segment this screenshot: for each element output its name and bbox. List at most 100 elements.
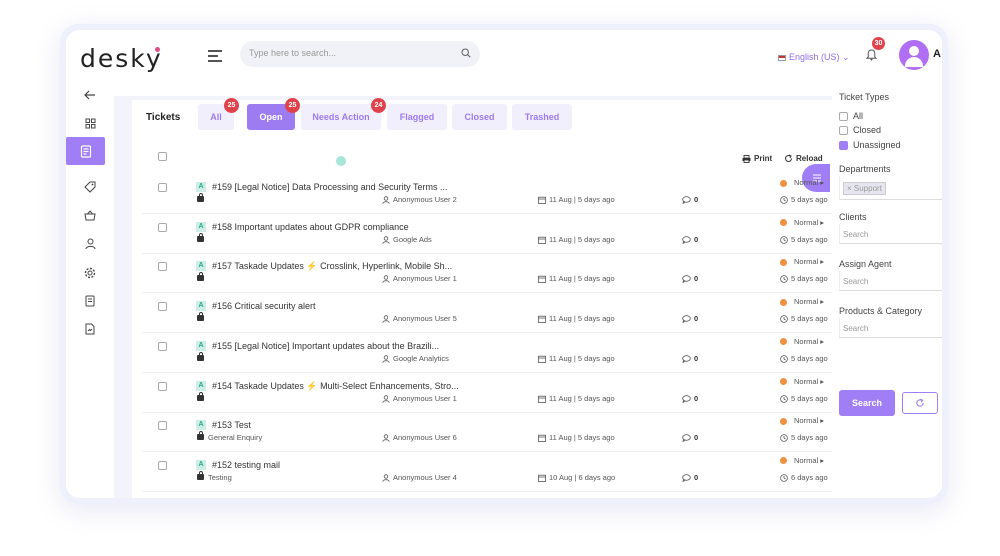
assign-agent-input[interactable]: Search (839, 271, 942, 291)
reload-button[interactable]: Reload (784, 154, 823, 163)
list-toolbar: Print Reload (132, 144, 832, 170)
lock-icon (197, 470, 204, 480)
clock-icon (780, 434, 788, 443)
ticket-category: General Enquiry (208, 433, 263, 443)
department-chip-support[interactable]: × Support (843, 182, 886, 195)
products-category-input[interactable]: Search (839, 318, 942, 338)
ticket-title[interactable]: #158 Important updates about GDPR compli… (212, 222, 409, 232)
ticket-date: 11 Aug | 5 days ago (538, 314, 615, 323)
table-row[interactable]: A #155 [Legal Notice] Important updates a… (142, 333, 832, 373)
priority-selector[interactable]: Normal ▸ (780, 456, 824, 465)
dashboard-icon[interactable] (78, 112, 102, 134)
tickets-card: Tickets All 25 Open 25 Needs Action 24 Flag… (132, 98, 832, 498)
checkbox[interactable] (839, 112, 848, 122)
checkbox[interactable] (839, 126, 848, 136)
search-button[interactable]: Search (839, 390, 895, 416)
ticket-user-name: Anonymous User 2 (393, 195, 457, 204)
row-checkbox[interactable] (158, 421, 167, 431)
filter-type-all[interactable]: All (839, 111, 863, 122)
caret-right-icon: ▸ (820, 297, 825, 307)
logo[interactable]: desky (80, 44, 163, 73)
ticket-date-text: 11 Aug | 5 days ago (549, 314, 615, 324)
ticket-date: 11 Aug | 5 days ago (538, 394, 615, 403)
ticket-title[interactable]: #152 testing mail (212, 460, 280, 470)
priority-label: Normal (794, 455, 819, 465)
tickets-icon[interactable] (66, 137, 105, 165)
reset-button[interactable] (902, 392, 938, 414)
table-row[interactable]: A #152 testing mail Testing Anonymous User … (142, 452, 832, 492)
basket-icon[interactable] (78, 204, 102, 226)
menu-toggle-icon[interactable] (208, 50, 222, 62)
row-checkbox[interactable] (158, 460, 167, 470)
table-row[interactable]: A #153 Test General Enquiry Anonymous User … (142, 412, 832, 453)
clients-input[interactable]: Search (839, 224, 942, 244)
ticket-date-text: 11 Aug | 5 days ago (549, 195, 615, 204)
comment-icon (682, 275, 691, 284)
ticket-title[interactable]: #153 Test (212, 420, 251, 430)
notification-button[interactable]: 30 (865, 37, 885, 66)
row-checkbox[interactable] (158, 341, 167, 351)
tab-flagged[interactable]: Flagged (387, 104, 447, 130)
row-checkbox[interactable] (158, 183, 167, 192)
ticket-title[interactable]: #157 Taskade Updates ⚡ Crosslink, Hyperl… (212, 261, 452, 272)
row-checkbox[interactable] (158, 222, 167, 232)
ticket-title[interactable]: #155 [Legal Notice] Important updates ab… (212, 341, 439, 351)
select-all-checkbox[interactable] (158, 152, 167, 161)
user-avatar[interactable] (899, 40, 929, 70)
tab-all[interactable]: All 25 (198, 98, 239, 130)
ticket-user: Anonymous User 1 (382, 394, 457, 403)
priority-selector[interactable]: Normal ▸ (780, 416, 824, 425)
tab-open[interactable]: Open 25 (247, 98, 300, 130)
lock-icon (197, 431, 204, 441)
printer-icon (742, 154, 751, 163)
table-row[interactable]: A #159 [Legal Notice] Data Processing and… (142, 174, 832, 214)
comment-icon (682, 236, 691, 244)
departments-heading: Departments (839, 164, 891, 174)
back-arrow-icon[interactable] (78, 84, 102, 106)
priority-selector[interactable]: Normal ▸ (780, 297, 824, 306)
table-row[interactable]: A #156 Critical security alert Anonymous U… (142, 293, 832, 334)
assign-agent-placeholder: Search (843, 277, 869, 286)
filter-type-closed[interactable]: Closed (839, 125, 881, 136)
row-checkbox[interactable] (158, 262, 167, 272)
ticket-title[interactable]: #154 Taskade Updates ⚡ Multi-Select Enha… (212, 381, 459, 392)
ticket-user-name: Anonymous User 1 (393, 274, 457, 284)
document-icon[interactable] (78, 290, 102, 312)
tab-needs-action[interactable]: Needs Action 24 (301, 98, 386, 130)
notification-badge: 30 (872, 37, 885, 50)
checkbox-checked[interactable] (839, 141, 848, 151)
reload-label: Reload (796, 154, 823, 163)
priority-selector[interactable]: Normal ▸ (780, 178, 824, 187)
print-button[interactable]: Print (742, 154, 772, 163)
filter-type-unassigned[interactable]: Unassigned (839, 140, 901, 151)
priority-selector[interactable]: Normal ▸ (780, 257, 824, 266)
clients-heading: Clients (839, 212, 867, 222)
tab-trashed[interactable]: Trashed (512, 104, 572, 130)
departments-input[interactable]: × Support (839, 176, 942, 200)
clock-icon (780, 474, 788, 482)
table-row[interactable]: A #157 Taskade Updates ⚡ Crosslink, Hyper… (142, 253, 832, 294)
table-row[interactable]: A #154 Taskade Updates ⚡ Multi-Select Enh… (142, 373, 832, 413)
table-row[interactable]: A #158 Important updates about GDPR compl… (142, 214, 832, 254)
gear-icon[interactable] (78, 262, 102, 284)
language-selector[interactable]: English (US) ⌄ (778, 52, 850, 63)
ticket-category: Testing (208, 472, 232, 482)
ticket-title[interactable]: #159 [Legal Notice] Data Processing and … (212, 182, 447, 192)
tag-icon[interactable] (78, 176, 102, 198)
search-input[interactable]: Type here to search... (240, 41, 480, 67)
assignee-badge: A (196, 340, 206, 351)
row-checkbox[interactable] (158, 381, 167, 391)
priority-selector[interactable]: Normal ▸ (780, 377, 824, 386)
tab-closed[interactable]: Closed (452, 104, 507, 130)
assignee-badge: A (196, 380, 206, 391)
report-icon[interactable] (78, 318, 102, 340)
ticket-age: 5 days ago (780, 433, 828, 442)
ticket-user-name: Anonymous User 4 (393, 472, 457, 482)
priority-selector[interactable]: Normal ▸ (780, 218, 824, 227)
tab-open-badge: 25 (285, 98, 300, 113)
ticket-title[interactable]: #156 Critical security alert (212, 301, 316, 311)
ticket-user-name: Google Analytics (393, 353, 449, 363)
priority-selector[interactable]: Normal ▸ (780, 337, 824, 346)
user-icon[interactable] (78, 233, 102, 255)
row-checkbox[interactable] (158, 302, 167, 312)
